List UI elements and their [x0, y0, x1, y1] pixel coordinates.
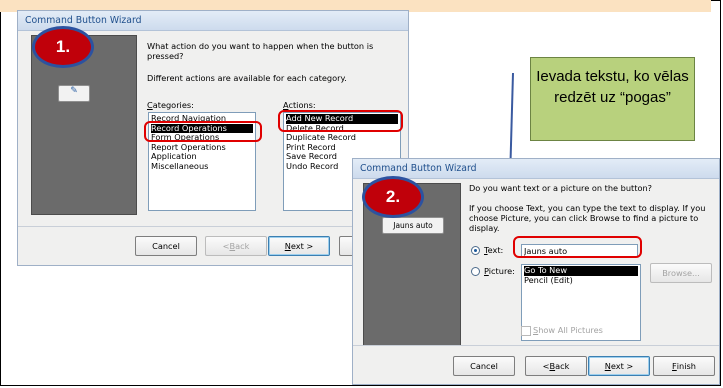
actions-label: Actions: [283, 100, 316, 110]
picture-radio[interactable] [471, 267, 480, 276]
text-or-picture-question: Do you want text or a picture on the but… [469, 183, 653, 193]
window-title: Command Button Wizard [360, 163, 477, 174]
highlight-text-input [513, 236, 642, 258]
back-button[interactable]: < Back [525, 356, 587, 376]
cancel-button[interactable]: Cancel [135, 236, 197, 256]
pencil-icon: ✎ [70, 86, 78, 96]
preview-button: ✎ [58, 85, 90, 102]
instruction-callout: Ievada tekstu, ko vēlas redzēt uz “pogas… [530, 57, 695, 141]
highlight-record-operations [144, 121, 262, 142]
back-button[interactable]: < Back [205, 236, 267, 256]
list-item[interactable]: Pencil (Edit) [524, 275, 638, 286]
picture-radio-label[interactable]: Picture: [484, 266, 515, 276]
categories-label: Categories: [147, 100, 194, 110]
step-badge-2: 2. [362, 176, 424, 218]
show-all-pictures-checkbox[interactable] [521, 326, 531, 336]
list-item[interactable]: Miscellaneous [151, 161, 253, 172]
button-bar: Cancel < Back Next > Finish [353, 345, 719, 384]
show-all-pictures-label[interactable]: Show All Pictures [533, 325, 603, 335]
button-bar: Cancel < Back Next > [18, 226, 408, 265]
next-button[interactable]: Next > [588, 356, 650, 376]
browse-button[interactable]: Browse... [650, 263, 712, 283]
window-title: Command Button Wizard [25, 15, 142, 26]
step-badge-1: 1. [32, 26, 94, 68]
next-button[interactable]: Next > [268, 236, 330, 256]
cancel-button[interactable]: Cancel [453, 356, 515, 376]
text-or-picture-info: If you choose Text, you can type the tex… [469, 203, 706, 233]
category-info: Different actions are available for each… [147, 73, 347, 83]
text-radio-label[interactable]: Text: [484, 245, 503, 255]
text-radio[interactable] [471, 246, 480, 255]
finish-button[interactable]: Finish [653, 356, 715, 376]
highlight-add-new-record [278, 110, 403, 132]
title-bar: Command Button Wizard [353, 159, 719, 179]
action-question: What action do you want to happen when t… [147, 41, 374, 61]
preview-button: Jauns auto [382, 217, 444, 234]
